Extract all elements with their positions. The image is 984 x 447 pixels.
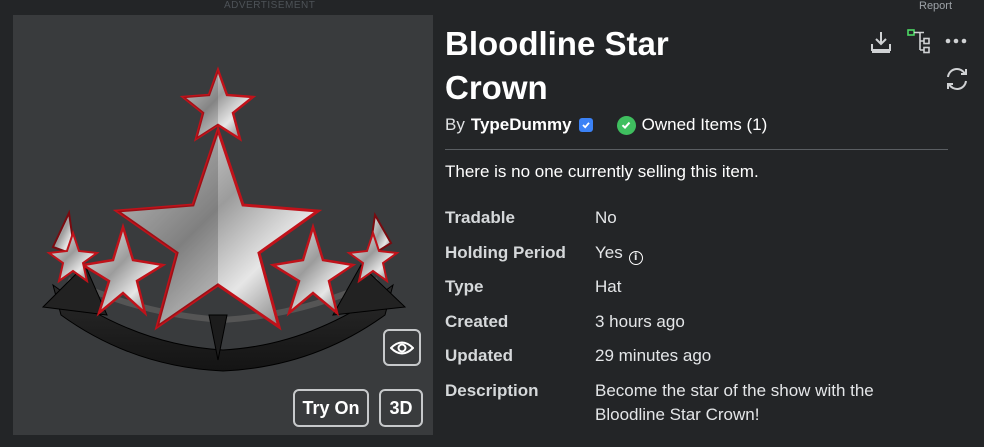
owned-items-label: Owned Items (1) — [641, 115, 768, 134]
detail-value: 29 minutes ago — [595, 346, 712, 365]
item-title-line-1: Bloodline Star — [445, 25, 669, 62]
verified-badge-icon — [578, 118, 593, 132]
view-toggle-button[interactable] — [383, 329, 421, 366]
detail-label: Created — [445, 311, 509, 331]
detail-label: Description — [445, 380, 539, 400]
item-title-line-2: Crown — [445, 69, 548, 106]
detail-row-holding-period: Holding Period Yes i — [445, 241, 965, 276]
try-on-button[interactable]: Try On — [293, 389, 369, 427]
detail-label: Type — [445, 277, 484, 296]
item-title: Bloodline Star Crown — [445, 22, 745, 110]
owned-items-link[interactable]: Owned Items (1) — [616, 115, 768, 135]
hierarchy-icon[interactable] — [906, 28, 932, 54]
more-icon[interactable] — [945, 36, 967, 46]
item-thumbnail: Try On 3D — [13, 15, 433, 435]
creator-link[interactable]: TypeDummy — [471, 115, 572, 135]
divider — [445, 149, 948, 150]
advertisement-label: ADVERTISEMENT — [224, 0, 316, 11]
detail-value: Hat — [595, 277, 622, 296]
info-icon[interactable]: i — [628, 250, 643, 265]
refresh-icon[interactable] — [944, 66, 970, 92]
detail-row-description: Description Become the star of the show … — [445, 379, 965, 424]
detail-value: No — [595, 208, 617, 227]
detail-row-type: Type Hat — [445, 275, 965, 310]
sale-status: There is no one currently selling this i… — [445, 162, 759, 181]
3d-view-button[interactable]: 3D — [379, 389, 423, 427]
detail-row-updated: Updated 29 minutes ago — [445, 344, 965, 379]
detail-label: Tradable — [445, 208, 515, 227]
crown-image — [41, 66, 407, 372]
eye-icon — [390, 341, 414, 354]
checkmark-icon — [616, 115, 636, 135]
detail-value: Yes — [595, 242, 623, 262]
report-link[interactable]: Report — [919, 0, 952, 12]
item-description: Become the star of the show with the Blo… — [595, 380, 874, 424]
detail-label: Holding Period — [445, 242, 566, 262]
detail-value: 3 hours ago — [595, 311, 685, 331]
detail-row-tradable: Tradable No — [445, 206, 965, 241]
by-label: By — [445, 115, 465, 134]
detail-row-created: Created 3 hours ago — [445, 310, 965, 345]
detail-label: Updated — [445, 346, 513, 365]
item-details: Tradable No Holding Period Yes i Type Hat… — [445, 206, 965, 424]
creator-line: By TypeDummy Owned Items (1) — [445, 115, 767, 135]
download-icon[interactable] — [868, 29, 894, 55]
detail-value-wrap: Yes i — [595, 241, 935, 265]
